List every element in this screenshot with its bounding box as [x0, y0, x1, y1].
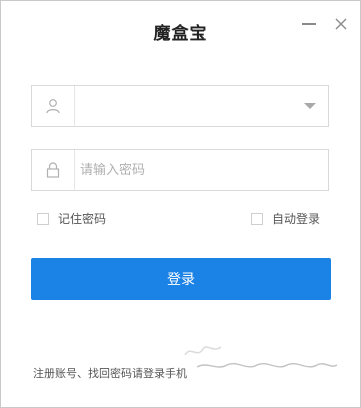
user-icon — [46, 99, 60, 114]
username-field[interactable] — [31, 85, 329, 127]
login-window: 魔盒宝 记住密码 自动登录 登录 注册账号、找回密码请登录手机 — [0, 0, 361, 408]
remember-password-checkbox[interactable] — [37, 212, 49, 225]
watermark-overlay — [197, 363, 337, 368]
user-icon-box — [32, 86, 75, 126]
auto-login-checkbox[interactable] — [251, 212, 263, 225]
title-bar: 魔盒宝 — [1, 1, 360, 59]
footer-note: 注册账号、找回密码请登录手机 — [33, 367, 187, 380]
username-input[interactable] — [80, 86, 290, 126]
login-button[interactable]: 登录 — [31, 258, 331, 300]
close-button[interactable] — [330, 13, 352, 35]
minimize-button[interactable] — [298, 13, 320, 35]
password-field[interactable] — [31, 149, 329, 191]
watermark-logo — [184, 346, 222, 356]
chevron-down-icon — [304, 103, 316, 109]
auto-login-option[interactable]: 自动登录 — [251, 210, 320, 227]
username-dropdown-button[interactable] — [300, 96, 320, 116]
lock-icon-box — [32, 150, 75, 190]
close-icon — [335, 18, 347, 30]
password-input[interactable] — [80, 150, 290, 190]
remember-password-label: 记住密码 — [58, 212, 107, 226]
remember-password-option[interactable]: 记住密码 — [37, 210, 106, 227]
minimize-icon — [302, 23, 316, 25]
lock-icon — [46, 162, 60, 178]
auto-login-label: 自动登录 — [272, 212, 321, 226]
